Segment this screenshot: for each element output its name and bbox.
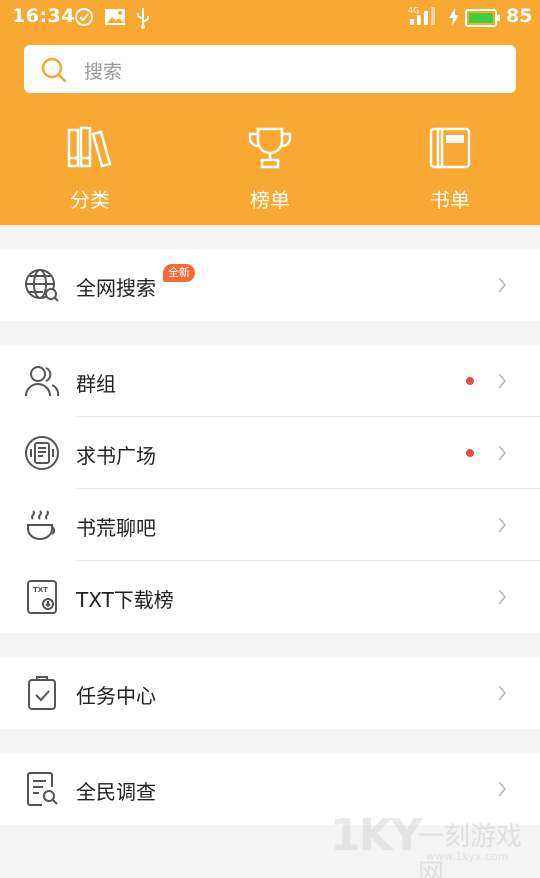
watermark-url: www.1kyx.com — [426, 850, 509, 863]
nav-category-label: 分类 — [70, 188, 110, 212]
txt-download-icon: TXT — [24, 579, 60, 615]
list-item-label: 全网搜索 — [76, 276, 156, 300]
list-item-book-chat[interactable]: 书荒聊吧 — [0, 489, 540, 561]
nav-ranking[interactable]: 榜单 — [210, 126, 330, 216]
search-placeholder: 搜索 — [84, 61, 123, 83]
battery-icon — [465, 9, 501, 31]
usb-icon — [135, 7, 151, 33]
list-item-book-request[interactable]: 求书广场 — [0, 417, 540, 489]
watermark-title: 一刻游戏网 — [418, 822, 523, 878]
list-item-group[interactable]: 群组 — [0, 345, 540, 417]
nav-category[interactable]: 分类 — [30, 126, 150, 216]
coffee-cup-icon — [24, 507, 60, 543]
search-input[interactable]: 搜索 — [24, 45, 516, 93]
chevron-right-icon — [497, 684, 507, 706]
check-circle-icon — [74, 7, 94, 31]
svg-text:TXT: TXT — [33, 586, 48, 594]
status-time: 16:34 — [12, 5, 75, 27]
chevron-right-icon — [497, 276, 507, 298]
list-item-label: 群组 — [76, 372, 116, 396]
unread-dot — [466, 449, 474, 457]
chevron-right-icon — [497, 444, 507, 466]
list-item-full-web-search[interactable]: 全网搜索 全新 — [0, 249, 540, 321]
unread-dot — [466, 377, 474, 385]
section-search: 全网搜索 全新 — [0, 249, 540, 321]
list-item-txt-download-ranking[interactable]: TXT TXT下载榜 — [0, 561, 540, 633]
trophy-icon — [210, 126, 330, 170]
charging-bolt-icon — [448, 7, 460, 31]
search-icon — [40, 56, 68, 88]
new-badge: 全新 — [163, 264, 195, 282]
list-item-label: 书荒聊吧 — [76, 516, 156, 540]
book-request-icon — [24, 435, 60, 471]
status-bar: 16:34 4G 85 — [0, 0, 540, 34]
section-community: 群组 求书广场 书荒聊吧 TXT TXT下载榜 — [0, 345, 540, 633]
group-icon — [24, 363, 60, 399]
battery-percent: 85 — [506, 5, 533, 27]
image-notification-icon — [104, 7, 126, 31]
watermark-logo: 1KY — [330, 810, 423, 861]
signal-icon: 4G — [408, 5, 438, 31]
signal-label: 4G — [408, 6, 419, 15]
chevron-right-icon — [497, 372, 507, 394]
globe-search-icon — [24, 267, 60, 303]
nav-booklist-label: 书单 — [430, 188, 470, 212]
section-tasks: 任务中心 — [0, 657, 540, 729]
list-item-label: 全民调查 — [76, 780, 156, 804]
task-clipboard-icon — [24, 675, 60, 711]
list-item-task-center[interactable]: 任务中心 — [0, 657, 540, 729]
chevron-right-icon — [497, 780, 507, 802]
booklist-icon — [390, 126, 510, 170]
header-bar: 16:34 4G 85 搜索 分类 榜单 书单 — [0, 0, 540, 225]
survey-icon — [24, 771, 60, 807]
nav-ranking-label: 榜单 — [250, 188, 290, 212]
chevron-right-icon — [497, 588, 507, 610]
list-item-label: 求书广场 — [76, 444, 156, 468]
books-icon — [30, 126, 150, 170]
watermark: 1KY 一刻游戏网 www.1kyx.com — [330, 808, 540, 878]
nav-booklist[interactable]: 书单 — [390, 126, 510, 216]
list-item-label: TXT下载榜 — [76, 588, 174, 612]
chevron-right-icon — [497, 516, 507, 538]
list-item-label: 任务中心 — [76, 684, 156, 708]
